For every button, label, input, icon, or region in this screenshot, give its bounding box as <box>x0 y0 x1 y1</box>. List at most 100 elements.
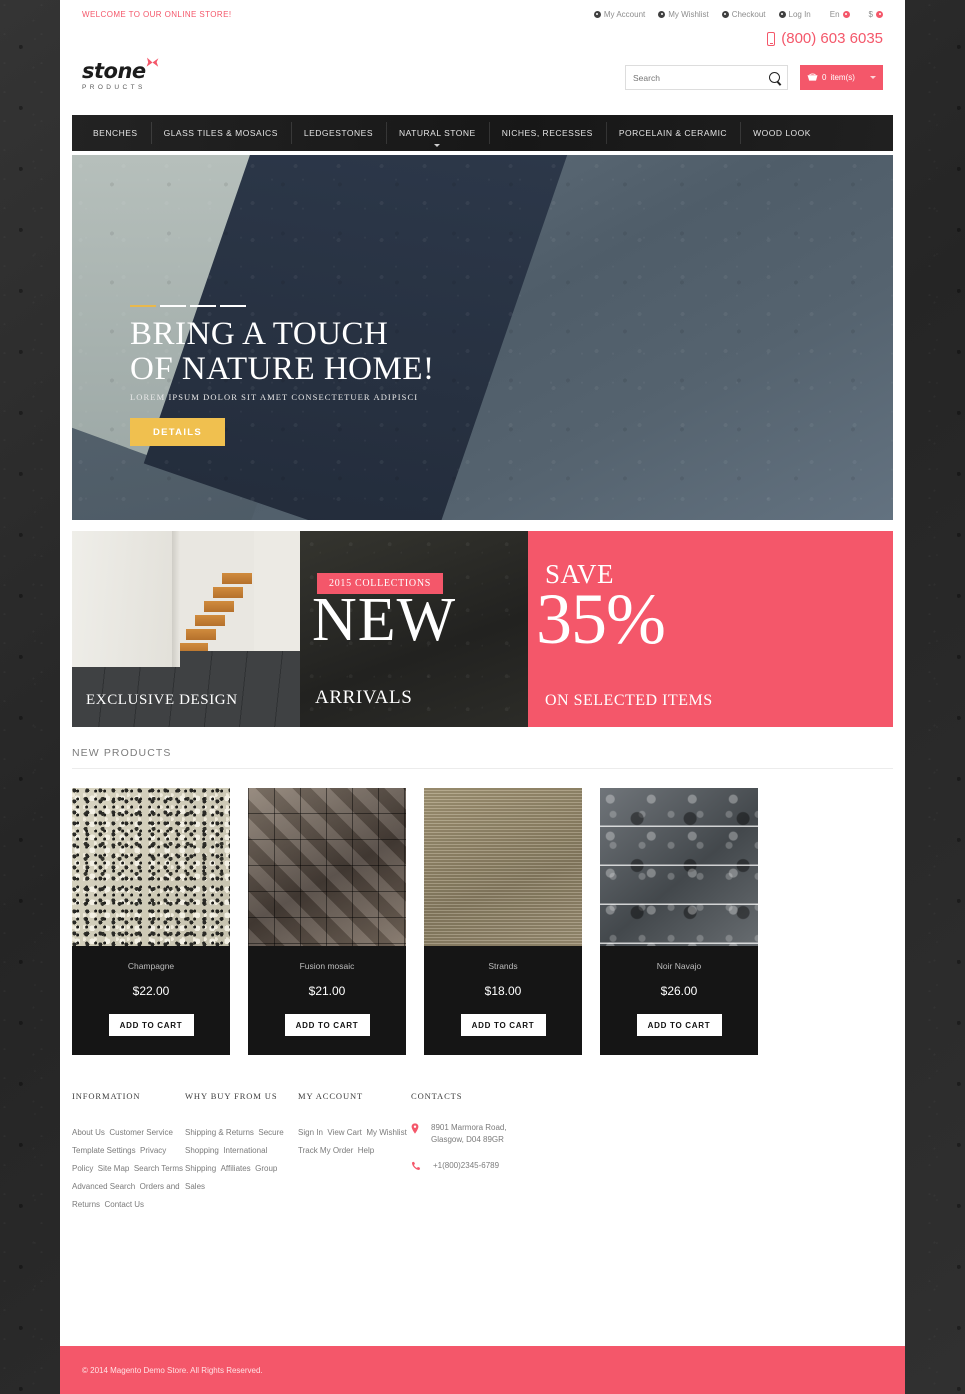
footer-address-row: 8901 Marmora Road, Glasgow, D04 89GR <box>411 1122 893 1146</box>
footer-link-affiliates[interactable]: Affiliates <box>221 1164 251 1173</box>
promo-exclusive-design[interactable]: EXCLUSIVE DESIGN <box>72 531 300 727</box>
product-price: $26.00 <box>660 984 698 998</box>
currency-value: $ <box>868 9 873 19</box>
top-link-my-wishlist[interactable]: My Wishlist <box>658 9 709 19</box>
product-image-champagne[interactable] <box>72 788 230 946</box>
search-icon[interactable] <box>769 72 780 83</box>
promo-new-arrivals[interactable]: 2015 COLLECTIONS NEW ARRIVALS <box>300 531 528 727</box>
add-to-cart-button[interactable]: ADD TO CART <box>636 1014 722 1036</box>
product-grid: Champagne $22.00 ADD TO CART Fusion mosa… <box>72 788 893 1055</box>
footer-address-line1: 8901 Marmora Road, <box>431 1123 507 1132</box>
top-link-label: My Wishlist <box>668 9 709 19</box>
top-link-checkout[interactable]: Checkout <box>721 9 766 19</box>
footer-link-shipping-returns[interactable]: Shipping & Returns <box>185 1128 254 1137</box>
top-links: My Account My Wishlist Checkout Log In E… <box>593 9 883 19</box>
promo1-front-wall <box>72 531 177 667</box>
footer-column-why-buy-from-us: WHY BUY FROM US Shipping & Returns Secur… <box>185 1091 298 1212</box>
footer-link-my-wishlist[interactable]: My Wishlist <box>366 1128 406 1137</box>
footer-link-help[interactable]: Help <box>358 1146 374 1155</box>
add-to-cart-button[interactable]: ADD TO CART <box>284 1014 370 1036</box>
language-switcher[interactable]: En <box>830 10 850 19</box>
chevron-down-icon <box>876 10 883 18</box>
logo[interactable]: stone PRODUCTS <box>82 55 159 91</box>
top-bar: WELCOME TO OUR ONLINE STORE! My Account … <box>60 0 905 28</box>
product-card-body: Fusion mosaic $21.00 ADD TO CART <box>248 946 406 1055</box>
hero-title-line2: OF NATURE HOME! <box>130 351 435 388</box>
nav-item-niches-recesses[interactable]: NICHES, RECESSES <box>488 115 606 151</box>
top-link-label: Checkout <box>731 9 766 19</box>
hero-title-line1: BRING A TOUCH <box>130 316 389 353</box>
footer-link-contact-us[interactable]: Contact Us <box>104 1200 144 1209</box>
nav-item-label: GLASS TILES & MOSAICS <box>163 128 278 138</box>
hero-content: BRING A TOUCH OF NATURE HOME! LOREM IPSU… <box>130 304 435 446</box>
product-image-strands[interactable] <box>424 788 582 946</box>
footer-link-track-my-order[interactable]: Track My Order <box>298 1146 353 1155</box>
search-box[interactable] <box>625 65 788 90</box>
promo-banners: EXCLUSIVE DESIGN 2015 COLLECTIONS NEW AR… <box>72 531 893 727</box>
promo1-back-wall <box>254 531 300 659</box>
chevron-down-icon <box>870 76 876 79</box>
nav-item-porcelain-ceramic[interactable]: PORCELAIN & CERAMIC <box>605 115 740 151</box>
add-to-cart-button[interactable]: ADD TO CART <box>460 1014 546 1036</box>
cart-label: item(s) <box>830 73 855 82</box>
header-phone-row: (800) 603 6035 <box>60 28 905 47</box>
footer-link-advanced-search[interactable]: Advanced Search <box>72 1182 135 1191</box>
nav-item-label: BENCHES <box>93 128 138 138</box>
product-price: $22.00 <box>132 984 170 998</box>
copyright-text: © 2014 Magento Demo Store. All Rights Re… <box>82 1365 263 1375</box>
header-phone[interactable]: (800) 603 6035 <box>767 30 883 47</box>
footer-address: 8901 Marmora Road, Glasgow, D04 89GR <box>431 1122 507 1146</box>
top-link-log-in[interactable]: Log In <box>778 10 811 19</box>
footer-heading: CONTACTS <box>411 1091 463 1101</box>
hero-details-button[interactable]: DETAILS <box>130 418 225 446</box>
shopping-cart-icon <box>807 73 818 81</box>
footer-link-customer-service[interactable]: Customer Service <box>109 1128 173 1137</box>
footer-address-line2: Glasgow, D04 89GR <box>431 1135 504 1144</box>
product-card[interactable]: Strands $18.00 ADD TO CART <box>424 788 582 1055</box>
promo3-percent: 35% <box>536 579 666 659</box>
promo3-sublabel: ON SELECTED ITEMS <box>545 692 713 709</box>
promo1-wall-shadow <box>172 531 180 667</box>
footer-link-template-settings[interactable]: Template Settings <box>72 1146 136 1155</box>
nav-item-wood-look[interactable]: WOOD LOOK <box>740 115 824 151</box>
nav-item-label: PORCELAIN & CERAMIC <box>618 128 728 138</box>
nav-item-glass-tiles-mosaics[interactable]: GLASS TILES & MOSAICS <box>150 115 291 151</box>
product-card[interactable]: Fusion mosaic $21.00 ADD TO CART <box>248 788 406 1055</box>
add-to-cart-button[interactable]: ADD TO CART <box>108 1014 194 1036</box>
footer-link-about-us[interactable]: About Us <box>72 1128 105 1137</box>
promo-save-35[interactable]: SAVE 35% ON SELECTED ITEMS <box>528 531 893 727</box>
footer-link-search-terms[interactable]: Search Terms <box>134 1164 183 1173</box>
new-products-heading: NEW PRODUCTS <box>72 747 893 769</box>
page-container: WELCOME TO OUR ONLINE STORE! My Account … <box>60 0 905 1394</box>
product-card[interactable]: Noir Navajo $26.00 ADD TO CART <box>600 788 758 1055</box>
footer-phone-row: +1(800)2345-6789 <box>411 1160 893 1172</box>
nav-item-label: LEDGESTONES <box>303 128 373 138</box>
product-price: $21.00 <box>308 984 346 998</box>
mobile-phone-icon <box>767 31 776 46</box>
nav-item-natural-stone[interactable]: NATURAL STONE <box>386 115 489 151</box>
top-link-my-account[interactable]: My Account <box>593 10 645 19</box>
product-image-fusion-mosaic[interactable] <box>248 788 406 946</box>
product-image-noir-navajo[interactable] <box>600 788 758 946</box>
promo2-subheadline: ARRIVALS <box>315 687 413 708</box>
nav-item-benches[interactable]: BENCHES <box>80 115 151 151</box>
promo1-label: EXCLUSIVE DESIGN <box>86 692 238 708</box>
footer-link-site-map[interactable]: Site Map <box>98 1164 130 1173</box>
footer-heading: INFORMATION <box>72 1091 141 1101</box>
bullet-icon <box>593 10 601 18</box>
cart-count: 0 <box>822 73 827 82</box>
product-card-body: Strands $18.00 ADD TO CART <box>424 946 582 1055</box>
nav-item-label: WOOD LOOK <box>753 128 811 138</box>
search-input[interactable] <box>633 72 769 83</box>
product-card-body: Champagne $22.00 ADD TO CART <box>72 946 230 1055</box>
product-card[interactable]: Champagne $22.00 ADD TO CART <box>72 788 230 1055</box>
footer-link-view-cart[interactable]: View Cart <box>327 1128 362 1137</box>
cart-button[interactable]: 0 item(s) <box>800 65 883 90</box>
nav-item-ledgestones[interactable]: LEDGESTONES <box>290 115 386 151</box>
currency-switcher[interactable]: $ <box>869 10 883 19</box>
nav-item-label: NICHES, RECESSES <box>501 128 593 138</box>
product-name: Strands <box>488 961 518 971</box>
footer-phone[interactable]: +1(800)2345-6789 <box>433 1160 499 1172</box>
footer-link-sign-in[interactable]: Sign In <box>298 1128 323 1137</box>
location-pin-icon <box>411 1123 419 1134</box>
